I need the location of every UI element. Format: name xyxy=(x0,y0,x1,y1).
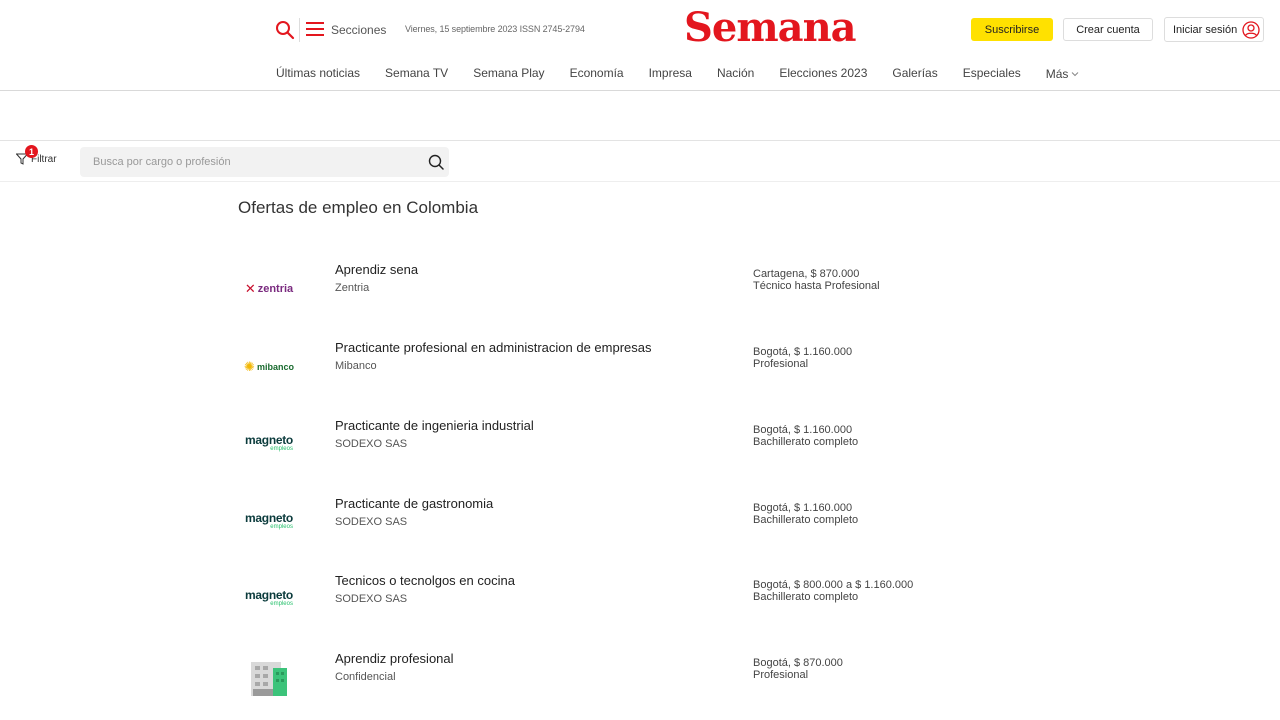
semana-logo[interactable]: Semana xyxy=(684,4,857,51)
user-icon xyxy=(1242,20,1260,39)
magneto-logo: magneto empleos xyxy=(236,421,302,469)
job-location-salary: Bogotá, $ 1.160.000 xyxy=(753,346,853,358)
job-level: Profesional xyxy=(753,358,809,370)
job-row[interactable]: magneto empleos Tecnicos o tecnolgos en … xyxy=(232,566,1032,636)
job-title[interactable]: Tecnicos o tecnolgos en cocina xyxy=(335,573,515,588)
dateline: Viernes, 15 septiembre 2023 ISSN 2745-27… xyxy=(405,24,585,34)
building-icon-graphic xyxy=(251,662,287,696)
header-divider xyxy=(299,18,300,42)
mibanco-logo-mark: ✺ mibanco xyxy=(244,359,294,375)
zentria-logo-mark: ✕ zentria xyxy=(245,281,293,297)
site-header: Secciones Viernes, 15 septiembre 2023 IS… xyxy=(0,0,1280,91)
login-button[interactable]: Iniciar sesión xyxy=(1164,17,1264,42)
login-button-label: Iniciar sesión xyxy=(1173,23,1238,36)
job-location-salary: Bogotá, $ 1.160.000 xyxy=(753,502,853,514)
hamburger-menu-icon[interactable] xyxy=(306,21,324,37)
job-level: Bachillerato completo xyxy=(753,591,859,603)
nav-item-mas[interactable]: Más xyxy=(1046,66,1080,82)
nav-item-impresa[interactable]: Impresa xyxy=(649,66,692,82)
job-location-salary: Bogotá, $ 1.160.000 xyxy=(753,424,853,436)
sun-icon: ✺ xyxy=(244,359,255,374)
ad-band xyxy=(0,91,1280,141)
job-row[interactable]: magneto empleos Practicante de ingenieri… xyxy=(232,411,1032,481)
nav-item-nacion[interactable]: Nación xyxy=(717,66,754,82)
nav-item-semana-play[interactable]: Semana Play xyxy=(473,66,544,82)
subscribe-button[interactable]: Suscribirse xyxy=(971,18,1053,41)
main-nav: Últimas noticias Semana TV Semana Play E… xyxy=(276,66,1104,82)
job-level: Bachillerato completo xyxy=(753,436,859,448)
create-account-button[interactable]: Crear cuenta xyxy=(1063,18,1153,41)
job-location-salary: Cartagena, $ 870.000 xyxy=(753,268,860,280)
filter-count-badge: 1 xyxy=(25,145,38,158)
job-search-box xyxy=(80,147,449,177)
job-title[interactable]: Aprendiz profesional xyxy=(335,651,454,666)
nav-item-mas-label: Más xyxy=(1045,67,1069,81)
search-icon[interactable] xyxy=(275,20,295,40)
nav-item-ultimas-noticias[interactable]: Últimas noticias xyxy=(276,66,360,82)
magneto-logo-mark: magneto empleos xyxy=(245,433,293,454)
job-company: SODEXO SAS xyxy=(335,516,408,528)
job-location-salary: Bogotá, $ 870.000 xyxy=(753,657,843,669)
filter-bar: Filtrar 1 xyxy=(0,142,1280,182)
magneto-logo-subtext: empleos xyxy=(270,601,293,607)
page-title: Ofertas de empleo en Colombia xyxy=(238,198,479,217)
job-level: Profesional xyxy=(753,669,809,681)
job-location-salary: Bogotá, $ 800.000 a $ 1.160.000 xyxy=(753,579,914,591)
job-company: SODEXO SAS xyxy=(335,593,408,605)
search-icon[interactable] xyxy=(428,154,444,170)
building-icon xyxy=(236,654,302,702)
zentria-logo: ✕ zentria xyxy=(236,265,302,313)
job-title[interactable]: Practicante de gastronomia xyxy=(335,496,493,511)
zentria-logo-text: zentria xyxy=(257,283,294,295)
nav-item-galerias[interactable]: Galerías xyxy=(892,66,937,82)
sections-menu-label[interactable]: Secciones xyxy=(331,23,386,37)
nav-item-especiales[interactable]: Especiales xyxy=(963,66,1021,82)
magneto-logo-mark: magneto empleos xyxy=(245,511,293,532)
job-search-input[interactable] xyxy=(80,147,410,177)
job-title[interactable]: Practicante profesional en administracio… xyxy=(335,340,652,355)
magneto-logo-text: magneto xyxy=(245,433,293,447)
job-company: Confidencial xyxy=(335,671,396,683)
job-row[interactable]: ✕ zentria Aprendiz sena Zentria Cartagen… xyxy=(232,255,1032,325)
job-row[interactable]: ✺ mibanco Practicante profesional en adm… xyxy=(232,333,1032,403)
magneto-logo-text: magneto xyxy=(245,511,293,525)
magneto-logo-subtext: empleos xyxy=(270,446,293,452)
job-title[interactable]: Aprendiz sena xyxy=(335,262,418,277)
job-title[interactable]: Practicante de ingenieria industrial xyxy=(335,418,534,433)
job-row[interactable]: Aprendiz profesional Confidencial Bogotá… xyxy=(232,644,1032,714)
magneto-logo-mark: magneto empleos xyxy=(245,588,293,609)
nav-item-semana-tv[interactable]: Semana TV xyxy=(385,66,448,82)
job-company: Zentria xyxy=(335,282,370,294)
magneto-logo: magneto empleos xyxy=(236,576,302,624)
zentria-mark-icon: ✕ xyxy=(244,281,256,296)
job-company: SODEXO SAS xyxy=(335,438,408,450)
magneto-logo-text: magneto xyxy=(245,588,293,602)
job-level: Bachillerato completo xyxy=(753,514,859,526)
mibanco-logo: ✺ mibanco xyxy=(236,343,302,391)
job-level: Técnico hasta Profesional xyxy=(753,280,880,292)
job-company: Mibanco xyxy=(335,360,377,372)
magneto-logo-subtext: empleos xyxy=(270,524,293,530)
job-row[interactable]: magneto empleos Practicante de gastronom… xyxy=(232,489,1032,559)
magneto-logo: magneto empleos xyxy=(236,499,302,547)
nav-item-economia[interactable]: Economía xyxy=(570,66,624,82)
nav-item-elecciones-2023[interactable]: Elecciones 2023 xyxy=(779,66,867,82)
chevron-down-icon xyxy=(1072,72,1079,77)
mibanco-logo-text: mibanco xyxy=(256,362,294,372)
